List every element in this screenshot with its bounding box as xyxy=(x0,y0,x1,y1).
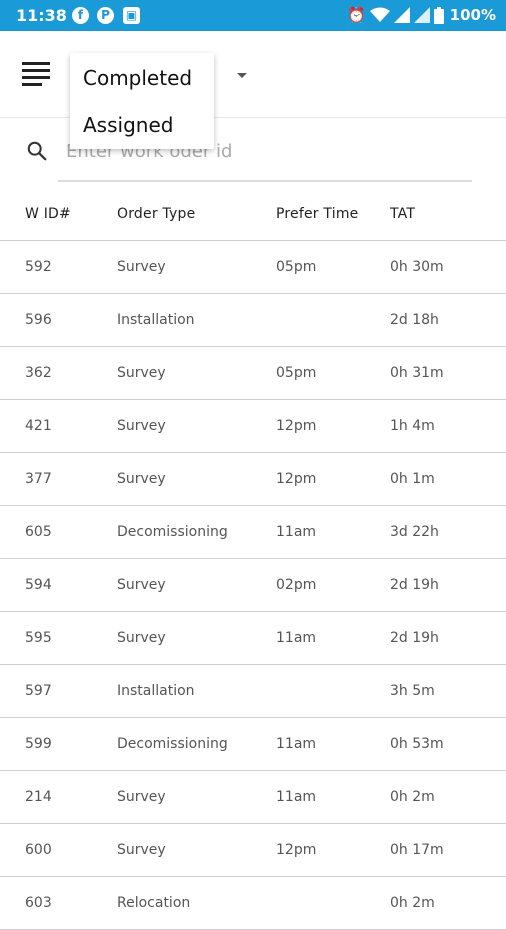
cell-order-type: Survey xyxy=(117,259,166,275)
dropdown-item-completed[interactable]: Completed xyxy=(83,66,192,90)
cell-wid: 421 xyxy=(25,418,52,434)
facebook-icon: f xyxy=(72,7,89,24)
cell-wid: 597 xyxy=(25,683,52,699)
cell-wid: 592 xyxy=(25,259,52,275)
cell-order-type: Survey xyxy=(117,842,166,858)
table-row[interactable]: 592 Survey 05pm 0h 30m xyxy=(0,241,506,294)
cell-tat: 0h 17m xyxy=(390,842,444,858)
battery-percent: 100% xyxy=(449,6,496,24)
search-icon[interactable] xyxy=(26,140,48,162)
wifi-icon xyxy=(369,7,390,22)
table-row[interactable]: 421 Survey 12pm 1h 4m xyxy=(0,400,506,453)
cell-wid: 596 xyxy=(25,312,52,328)
cell-prefer-time: 02pm xyxy=(276,577,317,593)
column-header-order-type: Order Type xyxy=(117,206,196,222)
cell-order-type: Installation xyxy=(117,683,195,699)
cell-order-type: Survey xyxy=(117,630,166,646)
status-bar: 11:38 f P ▣ ⏰ 100% xyxy=(0,0,506,31)
table-row[interactable]: 362 Survey 05pm 0h 31m xyxy=(0,347,506,400)
cell-tat: 3h 5m xyxy=(390,683,435,699)
search-underline xyxy=(58,180,472,182)
table-row[interactable]: 600 Survey 12pm 0h 17m xyxy=(0,824,506,877)
table-row[interactable]: 596 Installation 2d 18h xyxy=(0,294,506,347)
cell-order-type: Survey xyxy=(117,365,166,381)
cell-tat: 2d 19h xyxy=(390,577,439,593)
table-row[interactable]: 594 Survey 02pm 2d 19h xyxy=(0,559,506,612)
table-row[interactable]: 377 Survey 12pm 0h 1m xyxy=(0,453,506,506)
column-header-tat: TAT xyxy=(390,206,416,222)
cell-prefer-time: 05pm xyxy=(276,365,317,381)
cell-wid: 599 xyxy=(25,736,52,752)
cell-prefer-time: 11am xyxy=(276,736,317,752)
cell-order-type: Installation xyxy=(117,312,195,328)
table-row[interactable]: 597 Installation 3h 5m xyxy=(0,665,506,718)
cell-tat: 0h 2m xyxy=(390,895,435,911)
cell-prefer-time: 11am xyxy=(276,630,317,646)
battery-icon xyxy=(433,6,444,24)
table-row[interactable]: 603 Relocation 0h 2m xyxy=(0,877,506,930)
cell-prefer-time: 05pm xyxy=(276,259,317,275)
cell-tat: 0h 30m xyxy=(390,259,444,275)
cell-tat: 0h 53m xyxy=(390,736,444,752)
cell-wid: 214 xyxy=(25,789,52,805)
alarm-icon: ⏰ xyxy=(346,6,366,24)
cell-wid: 603 xyxy=(25,895,52,911)
table-row[interactable]: 605 Decomissioning 11am 3d 22h xyxy=(0,506,506,559)
cell-prefer-time: 12pm xyxy=(276,842,317,858)
cell-wid: 594 xyxy=(25,577,52,593)
table-row[interactable]: 599 Decomissioning 11am 0h 53m xyxy=(0,718,506,771)
cell-tat: 3d 22h xyxy=(390,524,439,540)
cell-wid: 362 xyxy=(25,365,52,381)
cell-wid: 377 xyxy=(25,471,52,487)
chevron-down-icon[interactable] xyxy=(237,73,247,78)
cell-tat: 0h 1m xyxy=(390,471,435,487)
signal-icon xyxy=(393,7,410,23)
cell-wid: 595 xyxy=(25,630,52,646)
cell-prefer-time: 11am xyxy=(276,524,317,540)
dropdown-item-assigned[interactable]: Assigned xyxy=(83,113,173,137)
cell-wid: 605 xyxy=(25,524,52,540)
cell-order-type: Survey xyxy=(117,789,166,805)
cell-order-type: Survey xyxy=(117,471,166,487)
table-row[interactable]: 595 Survey 11am 2d 19h xyxy=(0,612,506,665)
table-row[interactable]: 214 Survey 11am 0h 2m xyxy=(0,771,506,824)
cell-tat: 2d 18h xyxy=(390,312,439,328)
table-header: W ID# Order Type Prefer Time TAT xyxy=(0,190,506,241)
cell-prefer-time: 11am xyxy=(276,789,317,805)
cell-tat: 0h 31m xyxy=(390,365,444,381)
status-time: 11:38 xyxy=(16,6,67,25)
cell-wid: 600 xyxy=(25,842,52,858)
cell-order-type: Decomissioning xyxy=(117,524,228,540)
cell-tat: 2d 19h xyxy=(390,630,439,646)
p-app-icon: P xyxy=(97,7,114,24)
column-header-wid: W ID# xyxy=(25,206,71,222)
photo-app-icon: ▣ xyxy=(123,7,140,24)
cell-tat: 0h 2m xyxy=(390,789,435,805)
cell-prefer-time: 12pm xyxy=(276,418,317,434)
cell-order-type: Survey xyxy=(117,418,166,434)
column-header-prefer-time: Prefer Time xyxy=(276,206,359,222)
status-dropdown-menu: Completed Assigned xyxy=(70,53,214,149)
cell-prefer-time: 12pm xyxy=(276,471,317,487)
cell-order-type: Decomissioning xyxy=(117,736,228,752)
cell-tat: 1h 4m xyxy=(390,418,435,434)
cell-order-type: Survey xyxy=(117,577,166,593)
cell-order-type: Relocation xyxy=(117,895,191,911)
menu-icon[interactable] xyxy=(22,62,52,86)
signal-icon-2 xyxy=(413,7,430,23)
